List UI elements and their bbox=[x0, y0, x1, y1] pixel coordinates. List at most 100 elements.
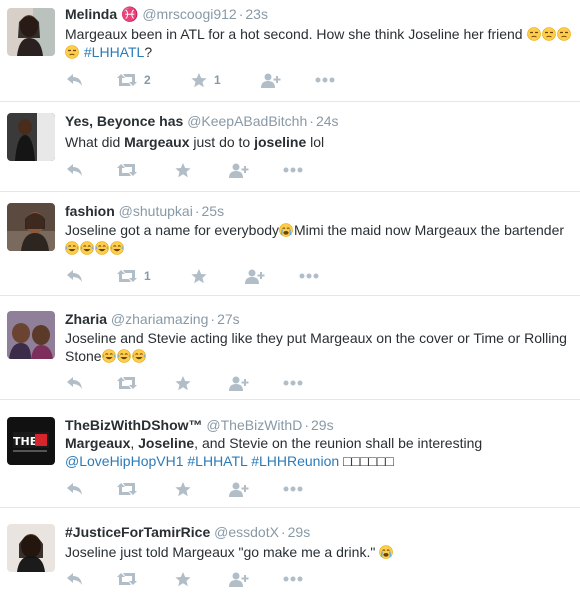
reply-button[interactable] bbox=[67, 266, 83, 286]
tweet-text: What did Margeaux just do to joseline lo… bbox=[65, 133, 572, 151]
retweet-button[interactable] bbox=[117, 160, 144, 180]
display-name[interactable]: Zharia bbox=[65, 311, 107, 327]
reply-button[interactable] bbox=[67, 479, 83, 499]
tweet[interactable]: THE TheBizWithDShow™ @TheBizWithD · 29s Ma… bbox=[0, 400, 580, 508]
more-icon bbox=[283, 167, 303, 173]
more-button[interactable] bbox=[315, 70, 335, 90]
more-button[interactable] bbox=[283, 479, 303, 499]
retweet-icon bbox=[117, 164, 137, 176]
tweet-text: Joseline just told Margeaux "go make me … bbox=[65, 543, 572, 561]
follow-button[interactable] bbox=[229, 569, 249, 589]
timestamp[interactable]: 27s bbox=[217, 311, 240, 327]
hashtag-link[interactable]: #LHHReunion bbox=[251, 453, 339, 469]
favorite-button[interactable] bbox=[175, 569, 198, 589]
user-handle[interactable]: @mrscoogi912 bbox=[142, 6, 236, 22]
favorite-button[interactable] bbox=[175, 479, 198, 499]
favorite-button[interactable]: 1 bbox=[191, 70, 221, 90]
highlighted-keyword: joseline bbox=[254, 134, 307, 150]
avatar[interactable] bbox=[7, 311, 55, 359]
retweet-icon bbox=[117, 573, 137, 585]
user-handle[interactable]: @KeepABadBitchh bbox=[187, 113, 307, 129]
retweet-button[interactable] bbox=[117, 569, 144, 589]
tears-of-joy-emoji bbox=[131, 349, 146, 363]
timestamp[interactable]: 25s bbox=[202, 203, 225, 219]
display-name[interactable]: #JusticeForTamirRice bbox=[65, 524, 210, 540]
follow-button[interactable] bbox=[261, 70, 281, 90]
tears-of-joy-emoji bbox=[110, 241, 124, 255]
more-button[interactable] bbox=[283, 160, 303, 180]
highlighted-keyword: Margeaux bbox=[124, 134, 190, 150]
tweet-text-segment: What did bbox=[65, 134, 125, 150]
more-button[interactable] bbox=[299, 266, 319, 286]
reply-button[interactable] bbox=[67, 70, 83, 90]
reply-button[interactable] bbox=[67, 160, 83, 180]
star-icon bbox=[175, 481, 191, 496]
tears-of-joy-emoji bbox=[95, 241, 109, 255]
reply-icon bbox=[67, 164, 82, 176]
tweet-text-segment: lol bbox=[306, 134, 325, 150]
reply-icon bbox=[67, 377, 82, 389]
avatar[interactable] bbox=[7, 524, 55, 572]
retweet-button[interactable]: 2 bbox=[117, 70, 151, 90]
favorite-button[interactable] bbox=[175, 160, 198, 180]
hashtag-link[interactable]: #LHHATL bbox=[84, 44, 144, 60]
timestamp[interactable]: 29s bbox=[311, 417, 334, 433]
timestamp[interactable]: 29s bbox=[288, 524, 311, 540]
avatar-image bbox=[7, 8, 55, 56]
avatar[interactable]: THE bbox=[7, 417, 55, 465]
timestamp[interactable]: 24s bbox=[316, 113, 339, 129]
crying-face-emoji bbox=[279, 223, 293, 237]
separator-dot: · bbox=[309, 113, 314, 129]
favorite-button[interactable] bbox=[175, 373, 198, 393]
tweet-text-segment: Mimi the maid now Margeaux the bartender bbox=[294, 222, 565, 238]
retweet-count: 1 bbox=[144, 269, 151, 283]
tears-of-joy-emoji bbox=[80, 241, 94, 255]
display-name[interactable]: Melinda ♓ bbox=[65, 6, 138, 22]
user-handle[interactable]: @zhariamazing bbox=[111, 311, 208, 327]
avatar[interactable] bbox=[7, 113, 55, 161]
favorite-button[interactable] bbox=[191, 266, 214, 286]
retweet-button[interactable]: 1 bbox=[117, 266, 151, 286]
separator-dot: · bbox=[238, 6, 244, 22]
more-icon bbox=[315, 77, 335, 83]
tweet-text-segment: just do to bbox=[189, 134, 255, 150]
follow-button[interactable] bbox=[245, 266, 265, 286]
avatar-image: THE bbox=[7, 417, 55, 465]
hashtag-link[interactable]: @LoveHipHopVH1 bbox=[65, 453, 184, 469]
follow-button[interactable] bbox=[229, 479, 249, 499]
retweet-button[interactable] bbox=[117, 373, 144, 393]
retweet-icon bbox=[117, 270, 137, 282]
reply-button[interactable] bbox=[67, 373, 83, 393]
user-handle[interactable]: @essdotX bbox=[214, 524, 279, 540]
tweet[interactable]: Melinda ♓ @mrscoogi912 · 23s Margeaux been… bbox=[0, 0, 580, 102]
tweet[interactable]: Zharia @zhariamazing · 27s Joseline and St… bbox=[0, 296, 580, 400]
follow-button[interactable] bbox=[229, 373, 249, 393]
reply-icon bbox=[67, 483, 82, 495]
display-name[interactable]: TheBizWithDShow™ bbox=[65, 417, 203, 433]
user-handle[interactable]: @shutupkai bbox=[119, 203, 193, 219]
display-name[interactable]: Yes, Beyonce has bbox=[65, 113, 183, 129]
tweet[interactable]: Yes, Beyonce has @KeepABadBitchh · 24s Wha… bbox=[0, 102, 580, 192]
timestamp[interactable]: 23s bbox=[245, 6, 268, 22]
retweet-button[interactable] bbox=[117, 479, 144, 499]
avatar[interactable] bbox=[7, 203, 55, 251]
more-button[interactable] bbox=[283, 569, 303, 589]
tweet-text-segment: , bbox=[130, 435, 139, 451]
hashtag-link[interactable]: #LHHATL bbox=[187, 453, 247, 469]
svg-text:THE: THE bbox=[13, 435, 37, 448]
separator-dot: · bbox=[304, 417, 309, 433]
star-icon bbox=[175, 162, 191, 177]
more-button[interactable] bbox=[283, 373, 303, 393]
display-name[interactable]: fashion bbox=[65, 203, 115, 219]
tweet[interactable]: #JusticeForTamirRice @essdotX · 29s Joseli… bbox=[0, 508, 580, 607]
tweet-text-segment: , and Stevie on the reunion shall be int… bbox=[194, 435, 483, 451]
avatar[interactable] bbox=[7, 8, 55, 56]
reply-button[interactable] bbox=[67, 569, 83, 589]
unamused-face-emoji bbox=[541, 27, 556, 41]
tweet-text-segment: Margeaux been in ATL for a hot second. H… bbox=[65, 26, 527, 42]
avatar-image bbox=[7, 524, 55, 572]
tweet[interactable]: fashion @shutupkai · 25s Joseline got a na… bbox=[0, 192, 580, 296]
follow-button[interactable] bbox=[229, 160, 249, 180]
tweet-text: Margeaux, Joseline, and Stevie on the re… bbox=[65, 434, 572, 470]
user-handle[interactable]: @TheBizWithD bbox=[206, 417, 302, 433]
